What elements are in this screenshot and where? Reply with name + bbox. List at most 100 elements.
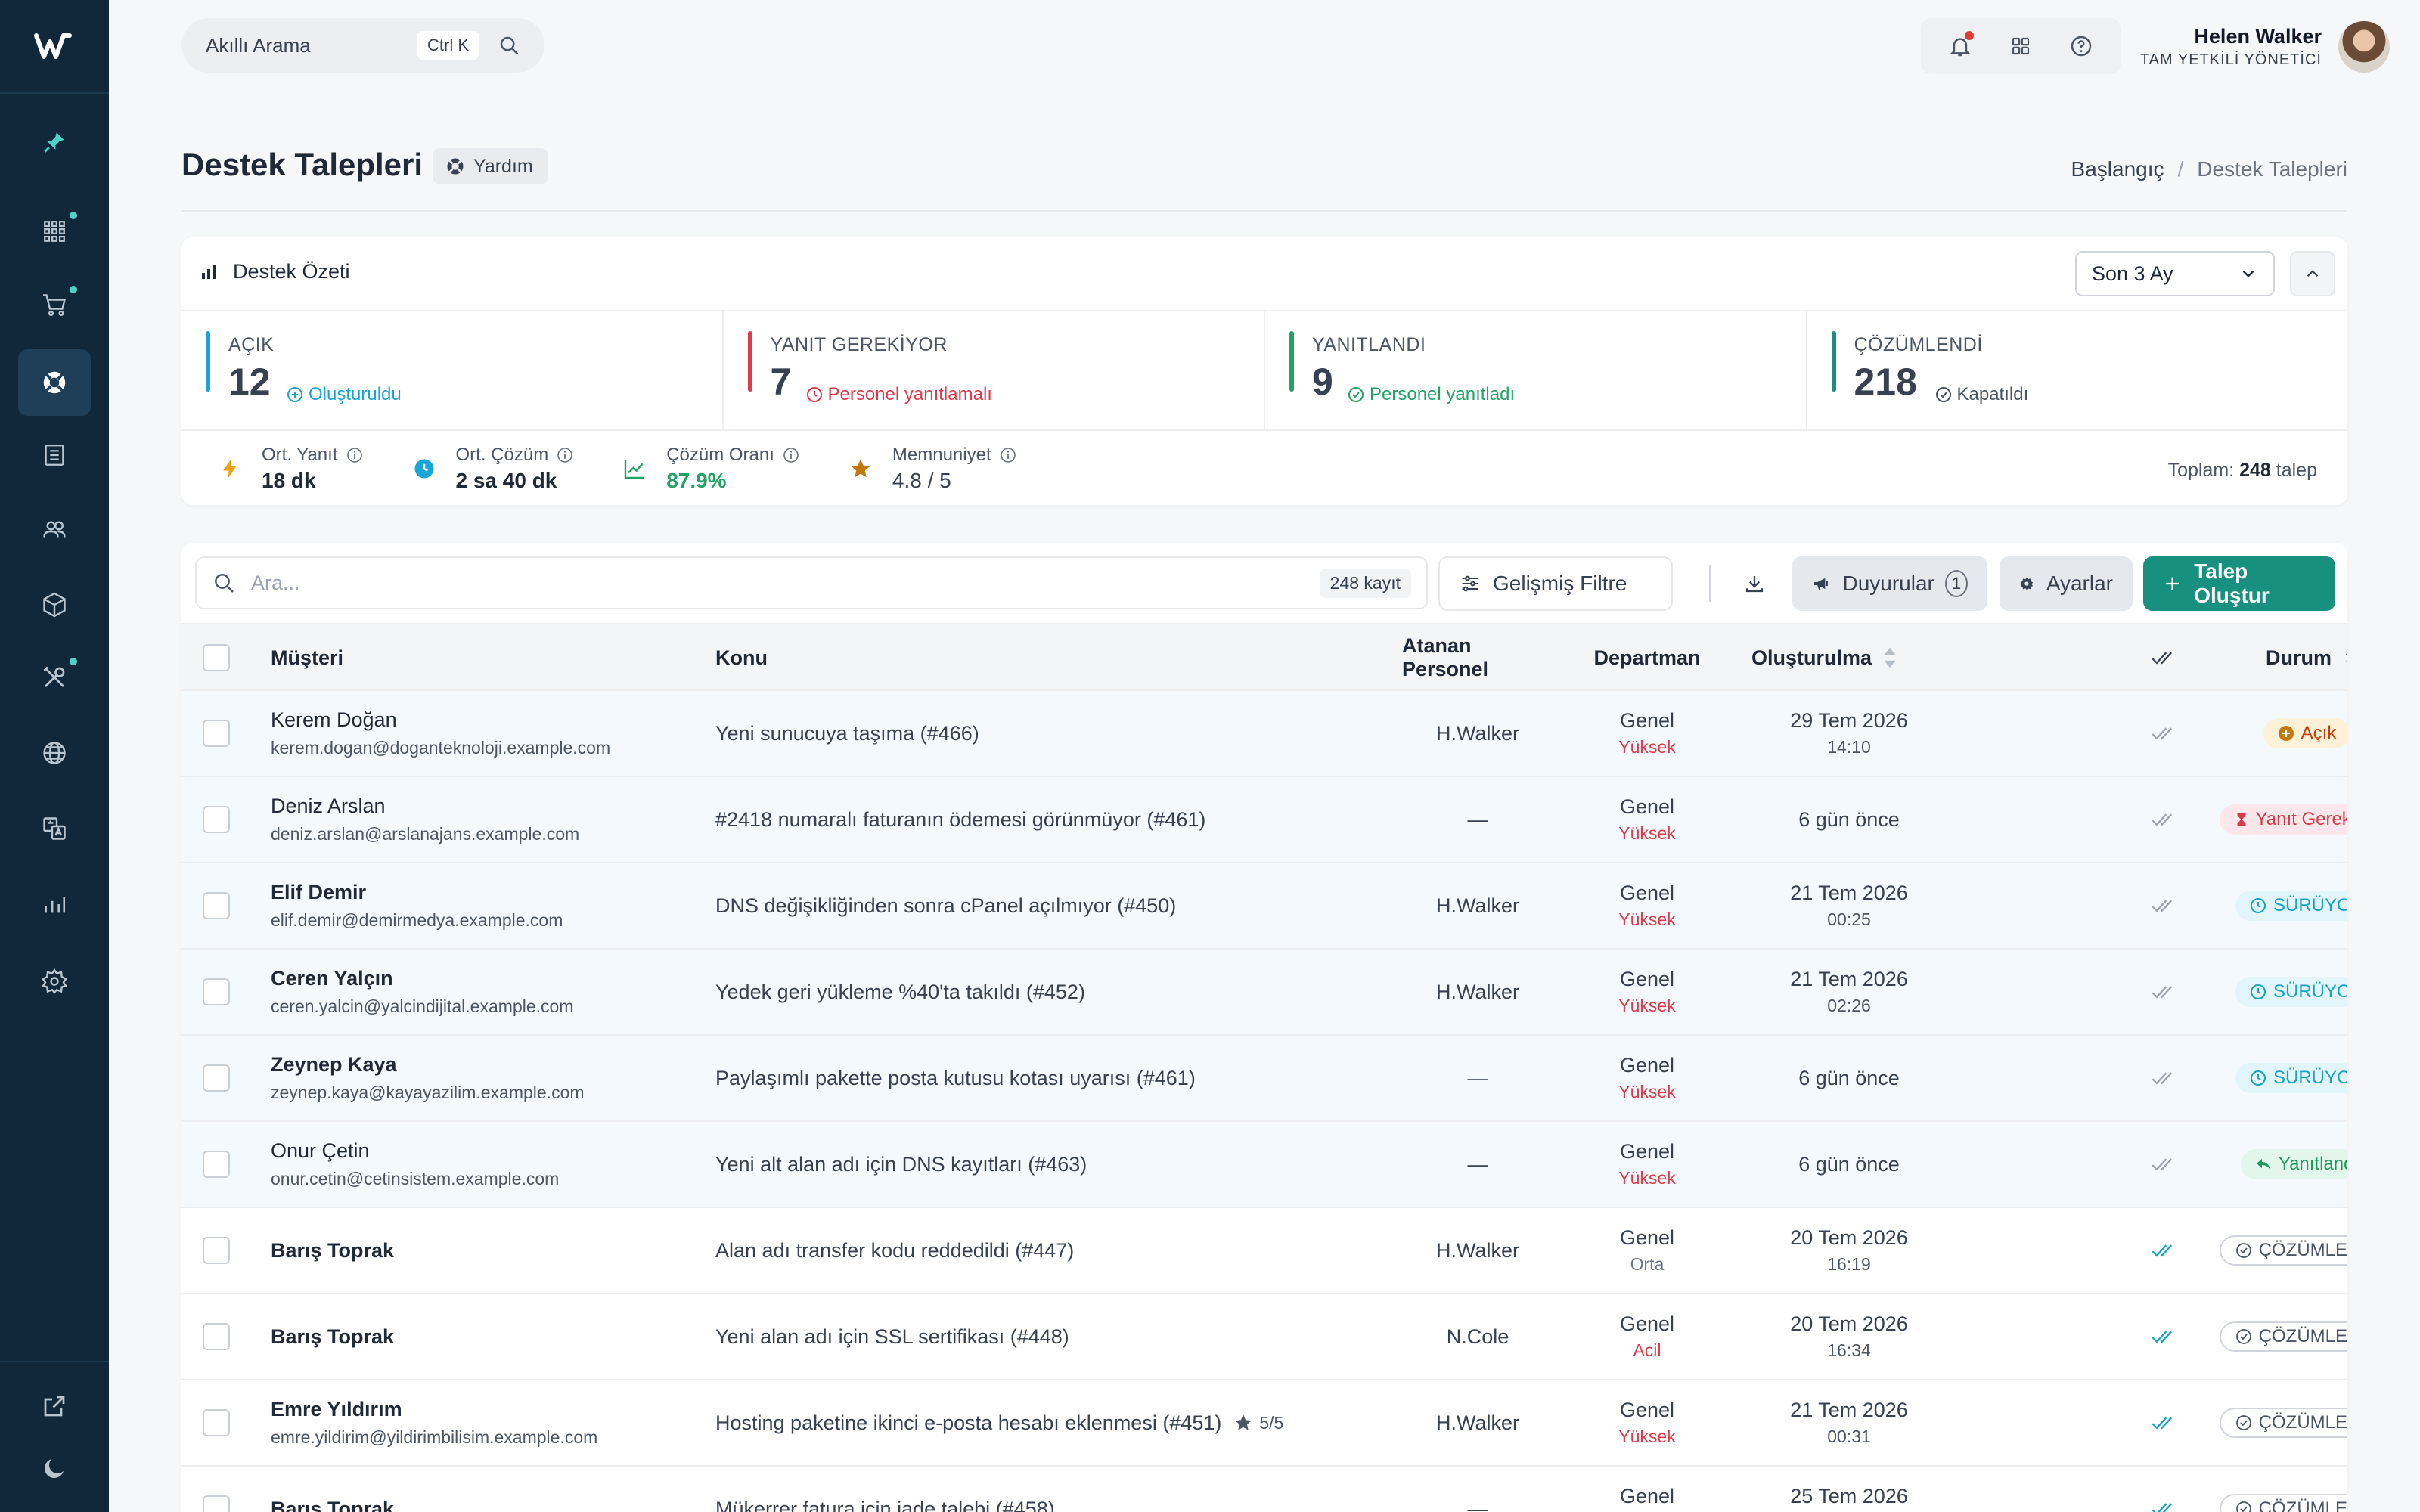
table-row[interactable]: Emre Yıldırım emre.yildirim@yildirimbilis… xyxy=(182,1380,2347,1467)
row-checkbox[interactable] xyxy=(203,1409,230,1436)
subject-cell[interactable]: #2418 numaralı faturanın ödemesi görünmü… xyxy=(715,777,1205,862)
row-checkbox[interactable] xyxy=(203,1064,230,1092)
settings-button[interactable]: Ayarlar xyxy=(2000,556,2133,611)
row-select[interactable] xyxy=(203,1208,230,1293)
stat-card[interactable]: YANIT GEREKİYOR 7 Personel yanıtlamalı xyxy=(724,311,1265,429)
header-subject[interactable]: Konu xyxy=(715,624,768,691)
sidebar-item-settings[interactable] xyxy=(18,948,91,1015)
row-select[interactable] xyxy=(203,1380,230,1465)
sidebar-item-orders[interactable] xyxy=(18,272,91,339)
sidebar-item-translations[interactable] xyxy=(18,795,91,862)
sidebar-item-theme[interactable] xyxy=(18,1435,91,1501)
sidebar-item-domains[interactable] xyxy=(18,720,91,786)
table-row[interactable]: Kerem Doğan kerem.dogan@doganteknoloji.ex… xyxy=(182,691,2347,777)
customer-name[interactable]: Barış Toprak xyxy=(271,1239,394,1263)
customer-cell[interactable]: Barış Toprak xyxy=(271,1208,394,1293)
subject-text[interactable]: Alan adı transfer kodu reddedildi (#447) xyxy=(715,1239,1074,1263)
customer-name[interactable]: Onur Çetin xyxy=(271,1139,370,1163)
subject-cell[interactable]: Mükerrer fatura için iade talebi (#458) xyxy=(715,1467,1055,1512)
customer-cell[interactable]: Elif Demir elif.demir@demirmedya.example.… xyxy=(271,863,563,948)
stat-card[interactable]: ÇÖZÜMLENDİ 218 Kapatıldı xyxy=(1807,311,2348,429)
select-all[interactable] xyxy=(203,624,230,691)
header-department[interactable]: Departman xyxy=(1579,624,1715,691)
customer-name[interactable]: Emre Yıldırım xyxy=(271,1398,402,1421)
stat-card[interactable]: YANITLANDI 9 Personel yanıtladı xyxy=(1265,311,1807,429)
customer-cell[interactable]: Emre Yıldırım emre.yildirim@yildirimbilis… xyxy=(271,1380,597,1465)
subject-cell[interactable]: Yedek geri yükleme %40'ta takıldı (#452) xyxy=(715,950,1085,1034)
announcements-button[interactable]: Duyurular 1 xyxy=(1792,556,1987,611)
subject-text[interactable]: Yeni sunucuya taşıma (#466) xyxy=(715,722,979,745)
table-row[interactable]: Elif Demir elif.demir@demirmedya.example.… xyxy=(182,863,2347,950)
download-button[interactable] xyxy=(1733,556,1788,611)
sidebar-item-tools[interactable] xyxy=(18,644,91,711)
notifications-button[interactable] xyxy=(1942,28,1978,64)
customer-name[interactable]: Elif Demir xyxy=(271,881,366,904)
row-checkbox[interactable] xyxy=(203,806,230,833)
help-link[interactable]: Yardım xyxy=(433,148,548,184)
sidebar-item-external[interactable] xyxy=(18,1373,91,1439)
table-row[interactable]: Barış Toprak Mükerrer fatura için iade ta… xyxy=(182,1467,2347,1512)
subject-cell[interactable]: Alan adı transfer kodu reddedildi (#447) xyxy=(715,1208,1074,1293)
subject-text[interactable]: Hosting paketine ikinci e-posta hesabı e… xyxy=(715,1411,1221,1435)
subject-text[interactable]: Yeni alt alan adı için DNS kayıtları (#4… xyxy=(715,1153,1087,1176)
customer-name[interactable]: Deniz Arslan xyxy=(271,795,386,818)
customer-cell[interactable]: Onur Çetin onur.cetin@cetinsistem.example… xyxy=(271,1122,559,1207)
subject-text[interactable]: DNS değişikliğinden sonra cPanel açılmıy… xyxy=(715,894,1176,918)
period-select[interactable]: Son 3 Ay xyxy=(2075,251,2275,296)
subject-text[interactable]: Yeni alan adı için SSL sertifikası (#448… xyxy=(715,1325,1069,1349)
subject-cell[interactable]: Yeni alan adı için SSL sertifikası (#448… xyxy=(715,1294,1069,1379)
subject-text[interactable]: Paylaşımlı pakette posta kutusu kotası u… xyxy=(715,1067,1196,1090)
stat-card[interactable]: AÇIK 12 Oluşturuldu xyxy=(182,311,724,429)
row-select[interactable] xyxy=(203,691,230,776)
customer-cell[interactable]: Deniz Arslan deniz.arslan@arslanajans.exa… xyxy=(271,777,579,862)
subject-cell[interactable]: Hosting paketine ikinci e-posta hesabı e… xyxy=(715,1380,1283,1465)
customer-name[interactable]: Barış Toprak xyxy=(271,1325,394,1349)
subject-cell[interactable]: Yeni alt alan adı için DNS kayıtları (#4… xyxy=(715,1122,1087,1207)
subject-cell[interactable]: Yeni sunucuya taşıma (#466) xyxy=(715,691,979,776)
breadcrumb-home[interactable]: Başlangıç xyxy=(2071,157,2164,181)
search-icon[interactable] xyxy=(498,34,520,57)
subject-text[interactable]: Yedek geri yükleme %40'ta takıldı (#452) xyxy=(715,981,1085,1004)
sidebar-item-pinned[interactable] xyxy=(18,109,91,175)
row-checkbox[interactable] xyxy=(203,892,230,919)
table-row[interactable]: Deniz Arslan deniz.arslan@arslanajans.exa… xyxy=(182,777,2347,863)
customer-name[interactable]: Ceren Yalçın xyxy=(271,967,393,990)
header-created[interactable]: Oluşturulma xyxy=(1751,624,1897,691)
row-select[interactable] xyxy=(203,1122,230,1207)
table-search[interactable]: Ara... 248 kayıt xyxy=(195,556,1428,609)
customer-name[interactable]: Zeynep Kaya xyxy=(271,1053,397,1077)
apps-button[interactable] xyxy=(2003,28,2039,64)
sidebar-item-products[interactable] xyxy=(18,572,91,638)
sidebar-item-clients[interactable] xyxy=(18,496,91,562)
help-button[interactable] xyxy=(2063,28,2099,64)
row-select[interactable] xyxy=(203,777,230,862)
sidebar-item-invoices[interactable] xyxy=(18,422,91,488)
row-checkbox[interactable] xyxy=(203,720,230,747)
subject-text[interactable]: Mükerrer fatura için iade talebi (#458) xyxy=(715,1498,1055,1512)
customer-name[interactable]: Barış Toprak xyxy=(271,1498,394,1512)
row-select[interactable] xyxy=(203,1036,230,1120)
customer-cell[interactable]: Barış Toprak xyxy=(271,1294,394,1379)
row-select[interactable] xyxy=(203,1467,230,1512)
select-all-checkbox[interactable] xyxy=(203,644,230,671)
subject-cell[interactable]: DNS değişikliğinden sonra cPanel açılmıy… xyxy=(715,863,1176,948)
logo[interactable] xyxy=(0,0,109,94)
advanced-filter-button[interactable]: Gelişmiş Filtre xyxy=(1438,556,1673,611)
table-row[interactable]: Barış Toprak Alan adı transfer kodu redde… xyxy=(182,1208,2347,1294)
row-checkbox[interactable] xyxy=(203,978,230,1005)
smart-search[interactable]: Akıllı Arama Ctrl K xyxy=(182,18,544,73)
table-row[interactable]: Barış Toprak Yeni alan adı için SSL serti… xyxy=(182,1294,2347,1380)
table-row[interactable]: Zeynep Kaya zeynep.kaya@kayayazilim.examp… xyxy=(182,1036,2347,1122)
customer-cell[interactable]: Zeynep Kaya zeynep.kaya@kayayazilim.examp… xyxy=(271,1036,585,1120)
row-select[interactable] xyxy=(203,1294,230,1379)
customer-name[interactable]: Kerem Doğan xyxy=(271,708,397,732)
row-select[interactable] xyxy=(203,950,230,1034)
avatar[interactable] xyxy=(2338,21,2390,73)
subject-cell[interactable]: Paylaşımlı pakette posta kutusu kotası u… xyxy=(715,1036,1196,1120)
create-ticket-button[interactable]: Talep Oluştur xyxy=(2143,556,2335,611)
sidebar-item-support[interactable] xyxy=(18,349,91,416)
row-checkbox[interactable] xyxy=(203,1495,230,1512)
header-assignee[interactable]: Atanan Personel xyxy=(1402,624,1553,691)
table-row[interactable]: Onur Çetin onur.cetin@cetinsistem.example… xyxy=(182,1122,2347,1208)
row-checkbox[interactable] xyxy=(203,1151,230,1178)
